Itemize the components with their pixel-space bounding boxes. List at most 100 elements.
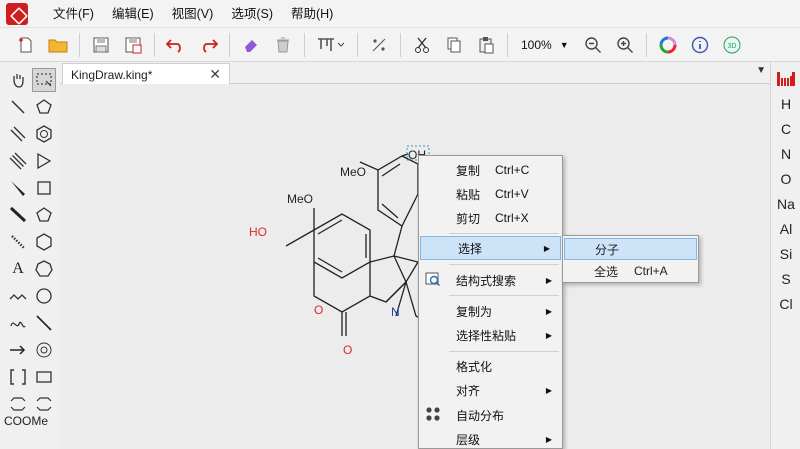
element-na[interactable]: Na [771,196,800,212]
ctx-copy[interactable]: 复制 Ctrl+C [419,158,562,182]
ho-label[interactable]: HO [249,225,267,239]
periodic-table-icon[interactable] [777,72,795,86]
save-icon[interactable] [88,32,114,58]
heptagon-ring-icon[interactable] [32,257,56,281]
svg-text:3D: 3D [727,43,736,50]
wedge-bond-icon[interactable] [6,176,30,200]
ctx-cut-label: 剪切 [456,211,481,226]
carbonyl-oxygen-label[interactable]: O [343,343,352,357]
ctx-auto-distribute[interactable]: 自动分布 [419,403,562,427]
meo-label-lower[interactable]: MeO [287,192,313,206]
triangle-ring-icon[interactable] [32,149,56,173]
rectangle-shape-icon[interactable] [32,365,56,389]
ctx-cut[interactable]: 剪切 Ctrl+X [419,206,562,230]
charge-icon[interactable] [366,32,392,58]
sub-molecule[interactable]: 分子 [564,238,697,260]
ctx-paste[interactable]: 粘贴 Ctrl+V [419,182,562,206]
curve-tool-icon[interactable] [6,311,30,335]
submenu-arrow-icon: ▶ [545,306,552,316]
ctx-format[interactable]: 格式化 [419,354,562,378]
redo-icon[interactable] [195,32,221,58]
menu-options[interactable]: 选项(S) [222,0,282,28]
line-tool-icon[interactable] [32,311,56,335]
reaction-arrow-icon[interactable] [6,392,30,416]
square-ring-icon[interactable] [32,176,56,200]
new-document-icon[interactable] [13,32,39,58]
ctx-layer[interactable]: 层级 ▶ [419,427,562,449]
nitrogen-label[interactable]: N [391,305,400,319]
template-tool-icon[interactable] [32,392,56,416]
double-bond-icon[interactable] [6,122,30,146]
structure-search-icon [425,271,441,290]
zoom-value: 100% [521,37,552,52]
menu-edit[interactable]: 编辑(E) [103,0,163,28]
color-wheel-icon[interactable] [655,32,681,58]
eraser-icon[interactable] [238,32,264,58]
element-al[interactable]: Al [771,221,800,237]
ctx-paste-special[interactable]: 选择性粘贴 ▶ [419,323,562,347]
ctx-copy-as[interactable]: 复制为 ▶ [419,299,562,323]
save-as-icon[interactable] [120,32,146,58]
circle-shape-icon[interactable] [32,284,56,308]
zoom-out-icon[interactable] [580,32,606,58]
zoom-select[interactable]: 100% ▼ [517,34,573,56]
toolbar-divider [229,32,230,57]
document-tab-title: KingDraw.king* [71,67,153,82]
undo-icon[interactable] [163,32,189,58]
info-icon[interactable] [687,32,713,58]
hashed-bond-icon[interactable] [6,230,30,254]
menu-help[interactable]: 帮助(H) [282,0,342,28]
ctx-align[interactable]: 对齐 ▶ [419,378,562,402]
ctx-structure-search[interactable]: 结构式搜索 ▶ [419,268,562,292]
element-n[interactable]: N [771,146,800,162]
hexagon-ring-icon[interactable] [32,230,56,254]
3d-view-icon[interactable]: 3D [719,32,745,58]
document-tab[interactable]: KingDraw.king* ✕ [62,63,230,85]
pentagon-ring-2-icon[interactable] [32,203,56,227]
delete-icon[interactable] [270,32,296,58]
bracket-tool-icon[interactable] [6,365,30,389]
element-s[interactable]: S [771,271,800,287]
ctx-copy-as-label: 复制为 [456,304,493,319]
zoom-in-icon[interactable] [612,32,638,58]
menu-bar: 文件(F) 编辑(E) 视图(V) 选项(S) 帮助(H) [0,0,800,28]
pentagon-ring-icon[interactable] [32,95,56,119]
toolbar-divider [154,32,155,57]
align-dropdown-icon[interactable] [313,32,349,58]
element-si[interactable]: Si [771,246,800,262]
menu-file[interactable]: 文件(F) [44,0,103,28]
element-cl[interactable]: Cl [771,296,800,312]
paste-icon[interactable] [473,32,499,58]
element-o[interactable]: O [771,171,800,187]
chain-tool-icon[interactable] [6,284,30,308]
cut-icon[interactable] [409,32,435,58]
open-folder-icon[interactable] [45,32,71,58]
close-icon[interactable]: ✕ [209,66,221,83]
arrow-tool-icon[interactable] [6,338,30,362]
element-c[interactable]: C [771,121,800,137]
benzene-ring-icon[interactable] [32,122,56,146]
bold-bond-icon[interactable] [6,203,30,227]
orbital-tool-icon[interactable] [32,338,56,362]
toolbar: 100% ▼ 3D [0,28,800,62]
menu-view[interactable]: 视图(V) [163,0,223,28]
kingdraw-logo-icon[interactable] [6,2,28,25]
hand-tool-icon[interactable] [6,68,30,92]
menu-divider [449,233,559,234]
ctx-paste-special-label: 选择性粘贴 [456,328,517,343]
copy-icon[interactable] [441,32,467,58]
triple-bond-icon[interactable] [6,149,30,173]
element-h[interactable]: H [771,96,800,112]
single-bond-icon[interactable] [6,95,30,119]
ctx-align-label: 对齐 [456,383,481,398]
ctx-select[interactable]: 选择 ▶ [420,236,561,260]
marquee-select-icon[interactable] [32,68,56,92]
menu-divider [449,295,559,296]
sub-select-all[interactable]: 全选 Ctrl+A [564,260,697,282]
tab-list-dropdown-icon[interactable]: ▼ [756,65,766,76]
meo-label-upper[interactable]: MeO [340,165,366,179]
functional-group-coome[interactable]: COOMe [4,414,48,428]
element-palette: H C N O Na Al Si S Cl [770,62,800,449]
text-tool-icon[interactable]: A [6,257,30,281]
ring-oxygen-label[interactable]: O [314,303,323,317]
